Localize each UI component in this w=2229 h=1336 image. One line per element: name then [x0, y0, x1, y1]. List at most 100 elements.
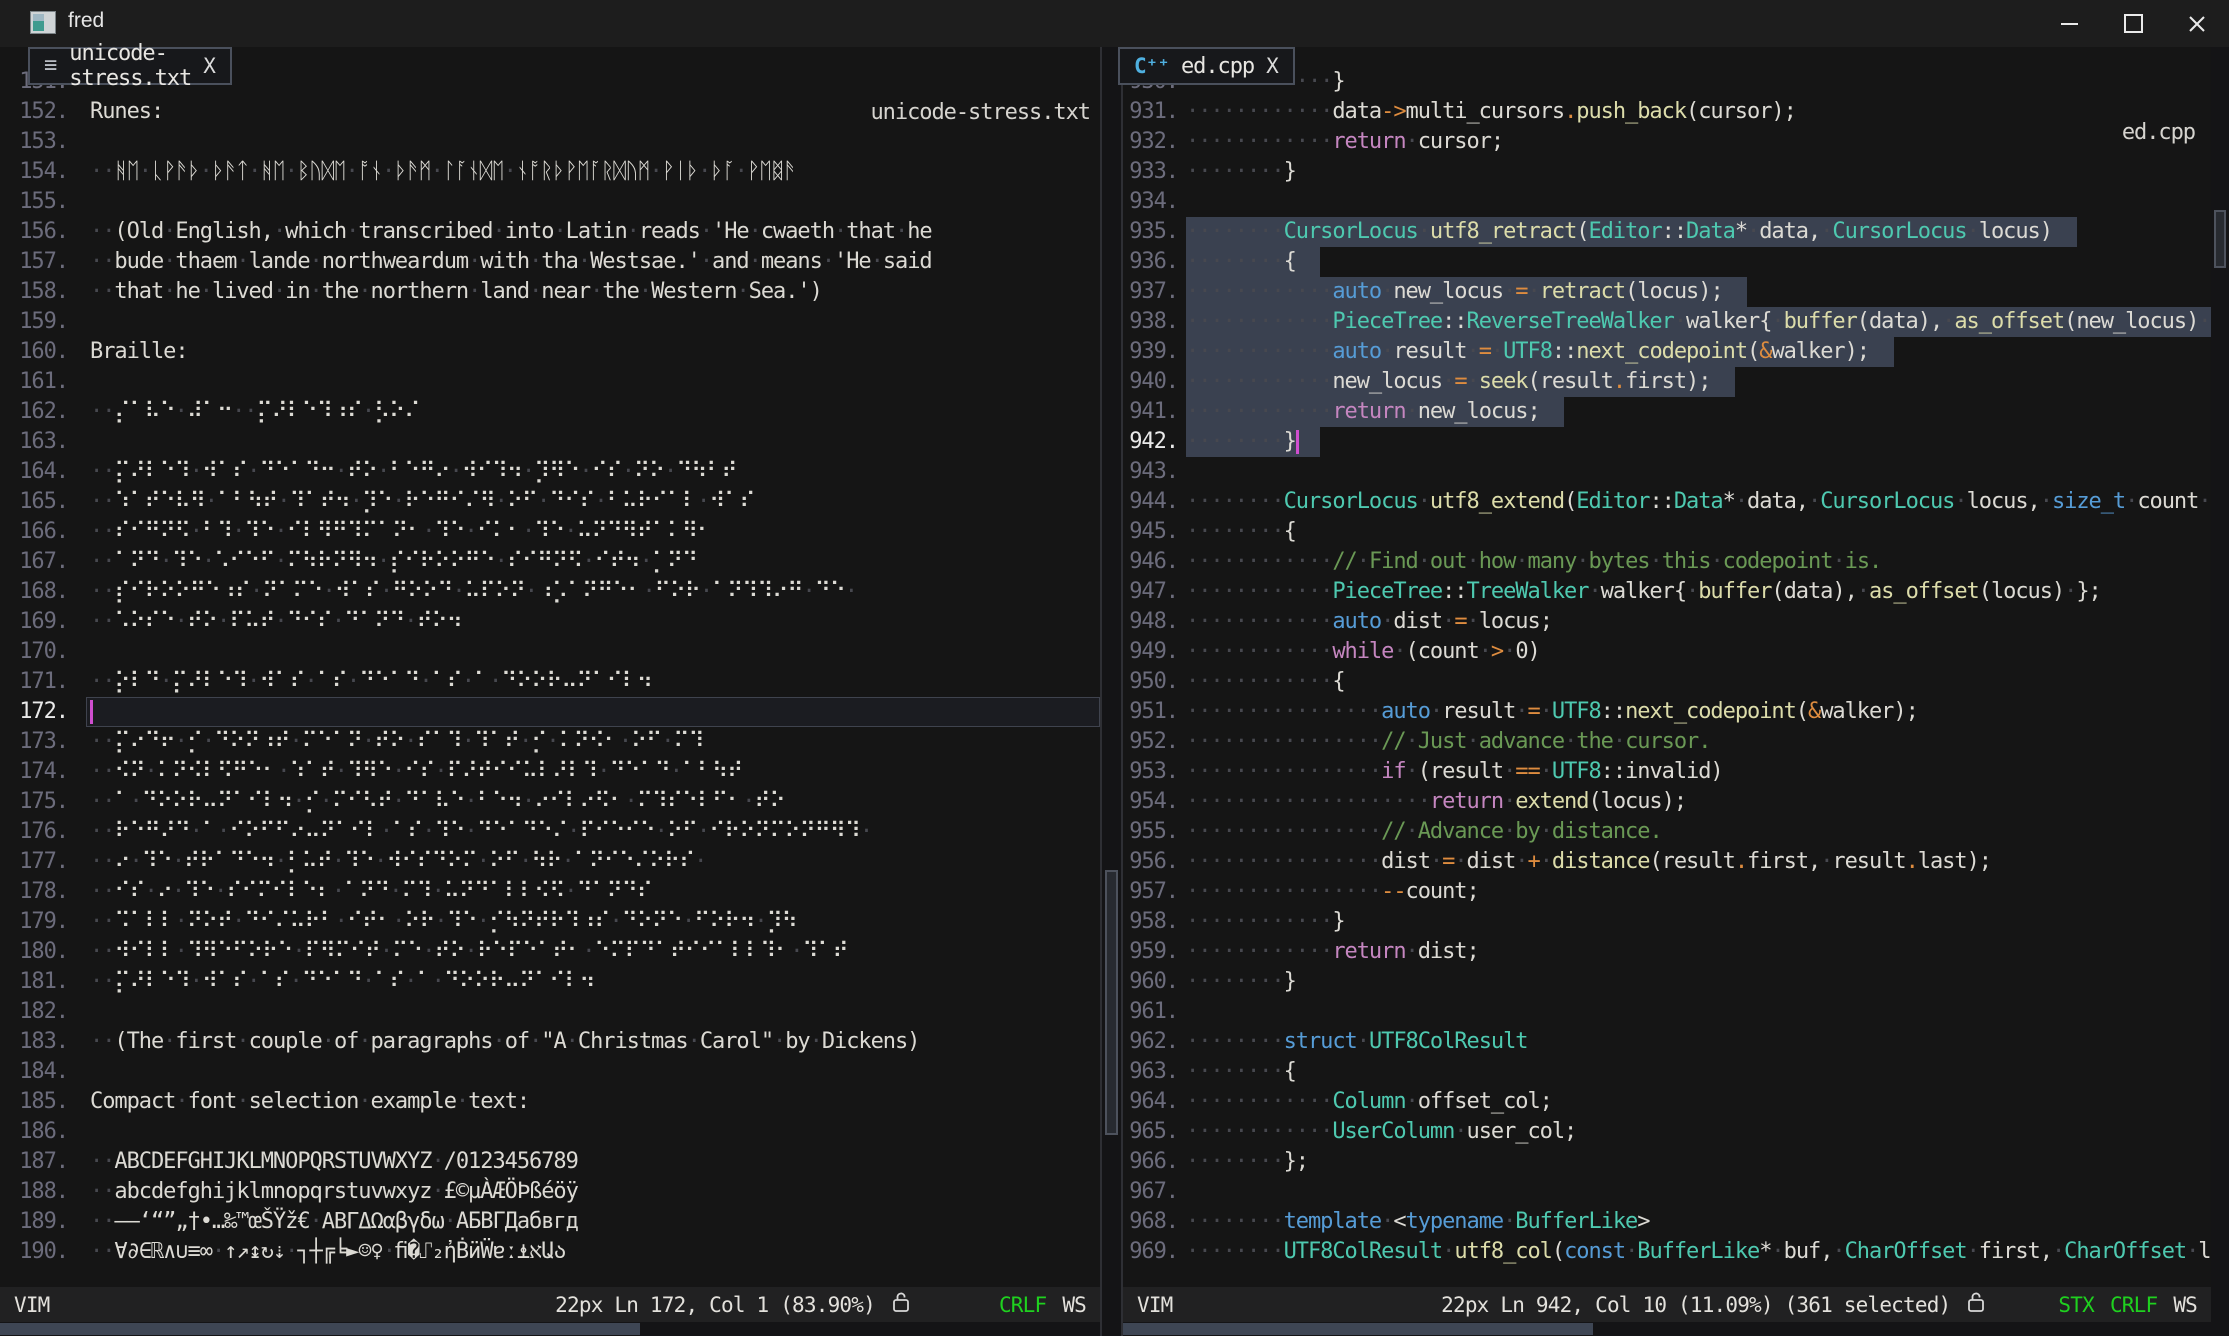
code-token: (The [114, 1029, 163, 1054]
code-text: ··(The·first·couple·of·paragraphs·of·"A·… [90, 1027, 919, 1057]
code-token: ⠔⠊⠇⠔⠫⠂ [534, 789, 624, 814]
code-line: 176.··⠗⠑⠛⠜⠙·⠁·⠊⠕⠋⠋⠔⠤⠝⠁⠊⠇·⠁⠎·⠹⠑·⠙⠑⠁⠙⠑⠌·⠏⠊… [0, 817, 1100, 847]
code-token: the [602, 279, 639, 304]
code-token: codepoint [1723, 549, 1833, 574]
code-line: 180.··⠺⠊⠇⠇·⠹⠻⠑⠋⠕⠗⠑·⠏⠻⠍⠊⠞·⠍⠑·⠞⠕·⠗⠑⠏⠑⠁⠞⠂·⠑… [0, 937, 1100, 967]
code-text: ··⠔·⠹⠑·⠞⠗⠁⠙⠑⠲·⡃⠥⠞·⠹⠑·⠺⠊⠎⠙⠕⠍·⠕⠋·⠳⠗·⠁⠝⠊⠑⠌⠕… [90, 847, 706, 877]
code-token: · [2198, 309, 2210, 334]
code-token: · [462, 669, 474, 694]
code-token: · [404, 729, 416, 754]
code-token: ⠥⠏⠕⠝ [465, 579, 525, 604]
code-token: · [247, 969, 259, 994]
code-token: · [236, 1029, 248, 1054]
code-text: ············return·cursor; [1186, 127, 1503, 157]
code-token: data, [1759, 219, 1820, 244]
code-token: · [1515, 699, 1527, 724]
code-token: Editor [1588, 219, 1661, 244]
status-flag-ws[interactable]: WS [1062, 1293, 1086, 1317]
code-token: · [422, 519, 434, 544]
right-vim-mode: VIM [1137, 1293, 1173, 1317]
tab-close-icon[interactable]: X [1266, 54, 1279, 78]
code-text: ··ᚻᛖ·ᚳᚹᚫᚦ·ᚦᚫᛏ·ᚻᛖ·ᛒᚢᛞᛖ·ᚩᚾ·ᚦᚫᛗ·ᛚᚪᚾᛞᛖ·ᚾᚩᚱᚦᚹ… [90, 157, 795, 187]
code-token: ⠺⠊⠇⠇ [114, 939, 174, 964]
close-button[interactable] [2165, 0, 2229, 47]
code-text: ··⠊⠎·⠔·⠹⠑·⠎⠊⠍⠊⠇⠑⠆·⠁⠝⠙·⠍⠹·⠥⠝⠙⠁⠇⠇⠪⠫·⠙⠁⠝⠙⠎ [90, 877, 652, 907]
code-line: 961. [1123, 997, 2211, 1027]
code-token: first); [1625, 369, 1710, 394]
left-code-area[interactable]: 150.··እግርህን·በፍራሽህ·ልክ·ዘርጋ።151.152.Runes:1… [0, 68, 1100, 1287]
right-hscroll-thumb[interactable] [1123, 1323, 1593, 1335]
code-token: = [1479, 339, 1491, 364]
unlocked-padlock-icon[interactable] [1964, 1289, 1988, 1320]
code-token: auto [1332, 339, 1381, 364]
right-vscroll-thumb[interactable] [2214, 210, 2226, 268]
code-line: 947.············PieceTree::TreeWalker·wa… [1123, 577, 2211, 607]
status-flag-stx[interactable]: STX [2058, 1293, 2094, 1317]
code-line: 962.········struct·UTF8ColResult [1123, 1027, 2211, 1057]
right-vertical-scrollbar[interactable] [2211, 47, 2229, 1336]
status-flag-ws[interactable]: WS [2173, 1293, 2197, 1317]
code-token: · [322, 579, 334, 604]
code-token: · [1381, 339, 1393, 364]
code-token: ⠙⠕⠕⠗⠤⠝⠁⠊⠇⠲ [444, 969, 595, 994]
code-line: 187.··ABCDEFGHIJKLMNOPQRSTUVWXYZ·/012345… [0, 1147, 1100, 1177]
code-token: dist [1467, 849, 1516, 874]
maximize-button[interactable] [2101, 0, 2165, 47]
code-token: ⠙⠕⠝⠰⠞ [214, 729, 289, 754]
code-token: · [1942, 309, 1954, 334]
code-token: = [1515, 279, 1527, 304]
code-token: ⠁⠎ [374, 969, 404, 994]
code-line: 958.············} [1123, 907, 2211, 937]
tab-close-icon[interactable]: X [203, 54, 216, 78]
code-token: · [1515, 849, 1527, 874]
code-token: · [320, 789, 332, 814]
code-token: ·· [232, 399, 256, 424]
code-token: · [1832, 1239, 1844, 1264]
right-code-area[interactable]: 929.················data->multi_cursors.… [1123, 68, 2211, 1287]
status-flag-crlf[interactable]: CRLF [999, 1293, 1046, 1317]
code-token: · [274, 549, 286, 574]
code-token: > [1491, 639, 1503, 664]
code-text: ········{ [1186, 517, 1296, 547]
right-horizontal-scrollbar[interactable] [1123, 1322, 2211, 1336]
code-token: ⡹⠑ [362, 489, 392, 514]
code-token: · [335, 759, 347, 784]
code-token: · [697, 819, 709, 844]
code-token: ⠙⠕⠝⠑ [622, 909, 682, 934]
code-token: · [810, 1029, 822, 1054]
code-line: 931.············data->multi_cursors.push… [1123, 97, 2211, 127]
line-number: 947. [1123, 577, 1178, 607]
code-token: ⠺⠁⠎ [202, 459, 247, 484]
code-token: ·· [90, 399, 114, 424]
code-token: (locus); [1625, 279, 1723, 304]
left-vertical-scrollbar[interactable] [1100, 47, 1123, 1336]
code-token: · [175, 729, 187, 754]
left-horizontal-scrollbar[interactable] [0, 1322, 1100, 1336]
code-token: near [541, 279, 590, 304]
code-token: Compact [90, 1089, 175, 1114]
code-token: Carol" [700, 1029, 773, 1054]
unlocked-padlock-icon[interactable] [889, 1289, 913, 1320]
code-text: ············PieceTree::ReverseTreeWalker… [1186, 307, 2211, 337]
minimize-button[interactable] [2037, 0, 2101, 47]
left-vscroll-thumb[interactable] [1105, 870, 1118, 1135]
code-text: ············{ [1186, 667, 1345, 697]
code-token: 'He [834, 249, 871, 274]
code-token: ················ [1186, 849, 1381, 874]
code-token: ············ [1186, 639, 1332, 664]
code-token: · [175, 609, 187, 634]
code-line: 189.··–—‘“”„†•…‰™œŠŸž€·ΑΒΓΔΩαβγδω·АБВГДа… [0, 1207, 1100, 1237]
code-token: (new_locus) [2064, 309, 2198, 334]
code-token: · [1406, 939, 1418, 964]
code-token: · [1381, 1209, 1393, 1234]
tab-unicode-stress[interactable]: ≡ unicode-stress.txt X [28, 47, 232, 85]
code-token: · [1467, 609, 1479, 634]
left-hscroll-thumb[interactable] [0, 1323, 640, 1335]
code-token: · [495, 489, 507, 514]
status-flag-crlf[interactable]: CRLF [2110, 1293, 2157, 1317]
tab-ed-cpp[interactable]: C⁺⁺ ed.cpp X [1118, 47, 1295, 85]
code-line: 933.········} [1123, 157, 2211, 187]
code-token: · [664, 459, 676, 484]
code-token: ⠎⠊⠛⠝⠫ [507, 549, 582, 574]
code-token: ᚩᚾ [358, 159, 382, 184]
